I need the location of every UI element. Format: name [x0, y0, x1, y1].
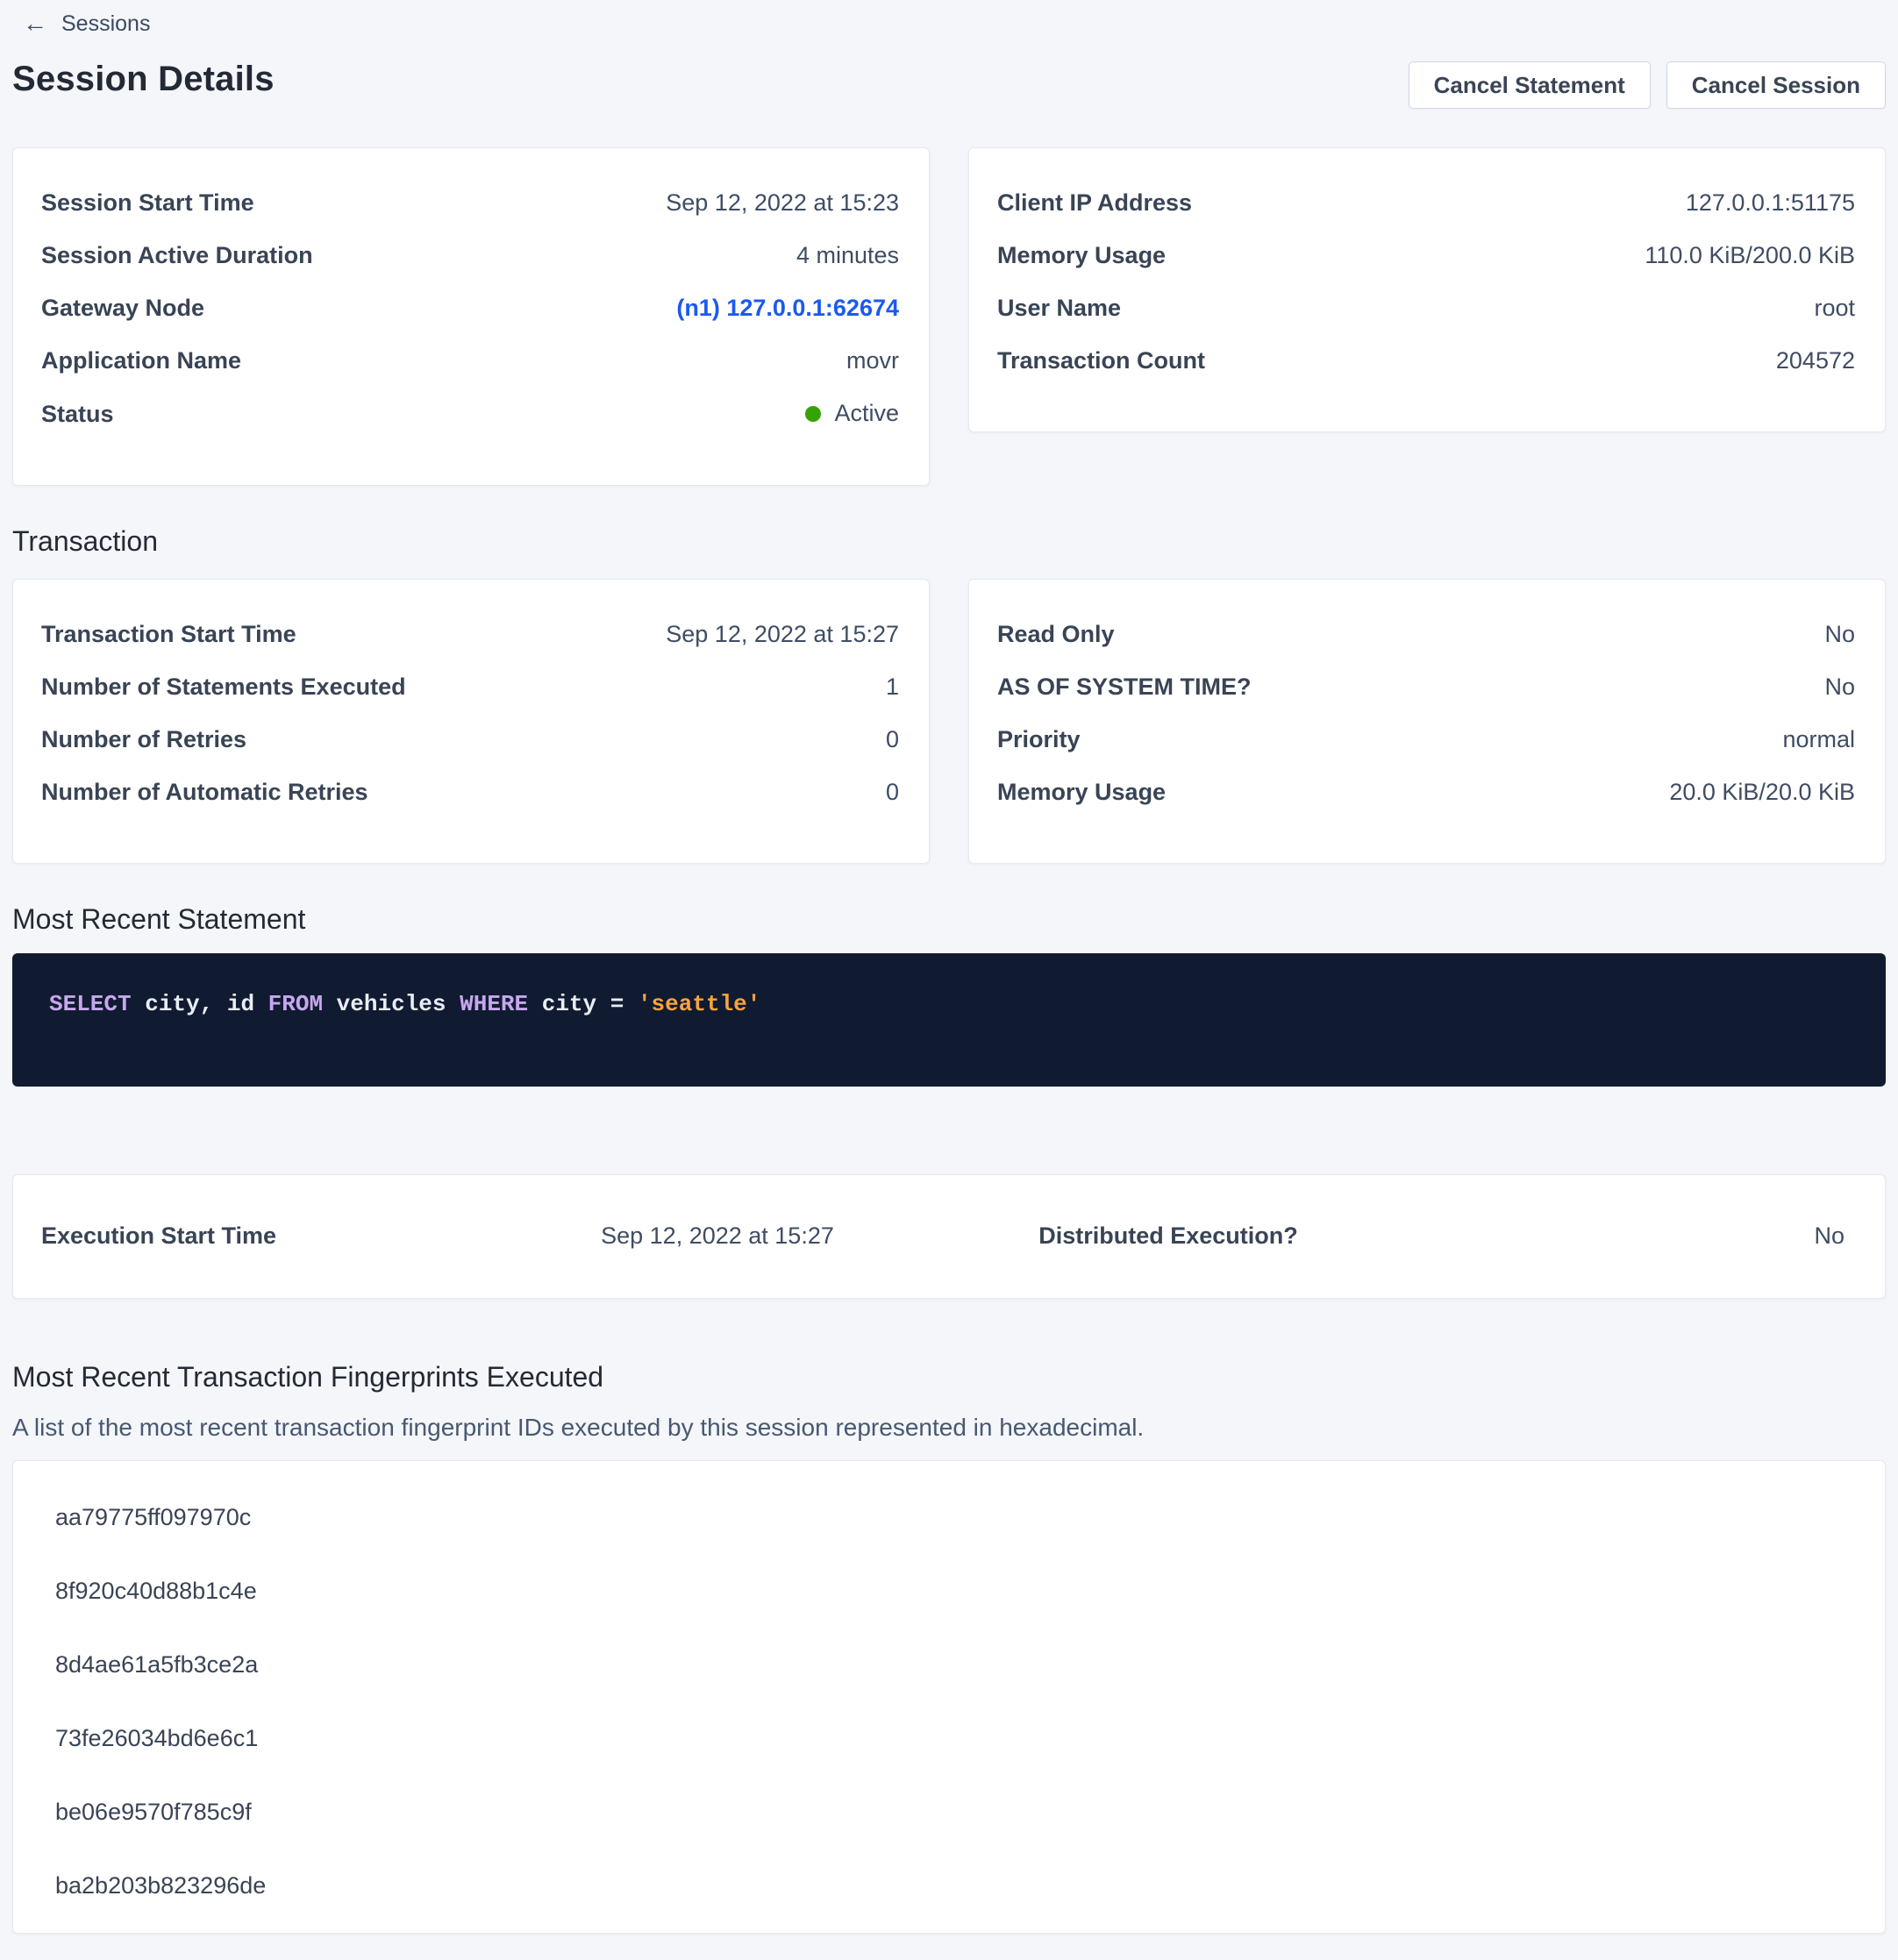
priority-label: Priority	[997, 723, 1081, 756]
session-start-time-label: Session Start Time	[41, 187, 254, 219]
read-only-label: Read Only	[997, 618, 1115, 651]
transaction-info-card: Transaction Start Time Sep 12, 2022 at 1…	[12, 579, 930, 864]
fingerprint-list-item: ba2b203b823296de	[55, 1870, 1843, 1901]
statements-executed-value: 1	[886, 671, 899, 703]
session-details-page: ← Sessions Session Details Cancel Statem…	[0, 0, 1898, 1934]
transaction-start-time-row: Transaction Start Time Sep 12, 2022 at 1…	[41, 618, 899, 651]
status-text: Active	[834, 397, 899, 430]
sql-string-literal: 'seattle'	[638, 991, 760, 1017]
client-ip-value: 127.0.0.1:51175	[1686, 187, 1855, 219]
fingerprints-list-card: aa79775ff097970c 8f920c40d88b1c4e 8d4ae6…	[12, 1460, 1886, 1934]
application-name-label: Application Name	[41, 345, 241, 377]
fingerprint-list-item: 73fe26034bd6e6c1	[55, 1722, 1843, 1754]
arrow-left-icon: ←	[23, 11, 47, 36]
as-of-system-time-value: No	[1824, 671, 1855, 703]
sql-identifier: vehicles	[323, 991, 460, 1017]
transaction-grid: Transaction Start Time Sep 12, 2022 at 1…	[12, 579, 1886, 864]
application-name-value: movr	[846, 345, 899, 377]
transaction-section-heading: Transaction	[12, 523, 1886, 559]
page-title: Session Details	[12, 56, 275, 102]
statements-executed-row: Number of Statements Executed 1	[41, 671, 899, 703]
session-active-duration-value: 4 minutes	[796, 239, 899, 272]
status-row: Status Active	[41, 397, 899, 431]
gateway-node-link[interactable]: (n1) 127.0.0.1:62674	[676, 292, 899, 324]
status-dot-icon	[805, 406, 821, 422]
statement-section-heading: Most Recent Statement	[12, 901, 1886, 937]
sql-keyword: WHERE	[460, 991, 528, 1017]
automatic-retries-row: Number of Automatic Retries 0	[41, 776, 899, 809]
sql-identifier: city, id	[132, 991, 268, 1017]
session-memory-usage-label: Memory Usage	[997, 239, 1166, 272]
transaction-count-value: 204572	[1776, 345, 1855, 377]
fingerprint-list-item: 8f920c40d88b1c4e	[55, 1575, 1843, 1607]
execution-start-time-label: Execution Start Time	[41, 1222, 492, 1250]
automatic-retries-value: 0	[886, 776, 899, 809]
sql-keyword: SELECT	[49, 991, 132, 1017]
sql-statement-code-block: SELECT city, id FROM vehicles WHERE city…	[12, 953, 1886, 1087]
user-name-value: root	[1814, 292, 1855, 324]
priority-row: Priority normal	[997, 723, 1855, 756]
fingerprint-list-item: be06e9570f785c9f	[55, 1796, 1843, 1828]
gateway-node-row: Gateway Node (n1) 127.0.0.1:62674	[41, 292, 899, 324]
automatic-retries-label: Number of Automatic Retries	[41, 776, 368, 809]
fingerprint-list-item: aa79775ff097970c	[55, 1501, 1843, 1533]
transaction-start-time-value: Sep 12, 2022 at 15:27	[666, 618, 899, 651]
distributed-execution-value: No	[1394, 1222, 1844, 1250]
gateway-node-label: Gateway Node	[41, 292, 204, 324]
session-info-card: Session Start Time Sep 12, 2022 at 15:23…	[12, 147, 930, 486]
sql-identifier: city =	[528, 991, 638, 1017]
fingerprints-description: A list of the most recent transaction fi…	[12, 1411, 1886, 1444]
status-badge: Active	[805, 397, 899, 430]
breadcrumb-label: Sessions	[61, 9, 150, 39]
as-of-system-time-row: AS OF SYSTEM TIME? No	[997, 671, 1855, 703]
status-label: Status	[41, 398, 114, 431]
transaction-count-label: Transaction Count	[997, 345, 1205, 377]
session-start-time-value: Sep 12, 2022 at 15:23	[666, 187, 899, 219]
fingerprints-section-heading: Most Recent Transaction Fingerprints Exe…	[12, 1358, 1886, 1395]
execution-start-time-value: Sep 12, 2022 at 15:27	[492, 1222, 943, 1250]
user-name-row: User Name root	[997, 292, 1855, 324]
session-active-duration-row: Session Active Duration 4 minutes	[41, 239, 899, 272]
txn-memory-usage-label: Memory Usage	[997, 776, 1166, 809]
session-memory-usage-row: Memory Usage 110.0 KiB/200.0 KiB	[997, 239, 1855, 272]
session-start-time-row: Session Start Time Sep 12, 2022 at 15:23	[41, 187, 899, 219]
read-only-row: Read Only No	[997, 618, 1855, 651]
transaction-start-time-label: Transaction Start Time	[41, 618, 296, 651]
session-memory-usage-value: 110.0 KiB/200.0 KiB	[1645, 239, 1855, 272]
cancel-statement-button[interactable]: Cancel Statement	[1409, 61, 1651, 109]
distributed-execution-label: Distributed Execution?	[943, 1222, 1394, 1250]
header-actions: Cancel Statement Cancel Session	[1409, 56, 1886, 109]
retries-row: Number of Retries 0	[41, 723, 899, 756]
sql-keyword: FROM	[268, 991, 323, 1017]
txn-memory-usage-row: Memory Usage 20.0 KiB/20.0 KiB	[997, 776, 1855, 809]
retries-value: 0	[886, 723, 899, 756]
txn-memory-usage-value: 20.0 KiB/20.0 KiB	[1669, 776, 1855, 809]
client-ip-label: Client IP Address	[997, 187, 1192, 219]
cancel-session-button[interactable]: Cancel Session	[1666, 61, 1886, 109]
session-summary-grid: Session Start Time Sep 12, 2022 at 15:23…	[12, 147, 1886, 486]
application-name-row: Application Name movr	[41, 345, 899, 377]
session-active-duration-label: Session Active Duration	[41, 239, 313, 272]
priority-value: normal	[1782, 723, 1855, 756]
retries-label: Number of Retries	[41, 723, 246, 756]
statements-executed-label: Number of Statements Executed	[41, 671, 406, 703]
client-ip-row: Client IP Address 127.0.0.1:51175	[997, 187, 1855, 219]
read-only-value: No	[1824, 618, 1855, 651]
page-header: Session Details Cancel Statement Cancel …	[12, 56, 1886, 109]
transaction-count-row: Transaction Count 204572	[997, 345, 1855, 377]
transaction-props-card: Read Only No AS OF SYSTEM TIME? No Prior…	[968, 579, 1886, 864]
execution-details-card: Execution Start Time Sep 12, 2022 at 15:…	[12, 1174, 1886, 1299]
breadcrumb-back-sessions[interactable]: ← Sessions	[23, 9, 150, 39]
user-name-label: User Name	[997, 292, 1121, 324]
client-info-card: Client IP Address 127.0.0.1:51175 Memory…	[968, 147, 1886, 432]
as-of-system-time-label: AS OF SYSTEM TIME?	[997, 671, 1252, 703]
fingerprint-list-item: 8d4ae61a5fb3ce2a	[55, 1649, 1843, 1680]
